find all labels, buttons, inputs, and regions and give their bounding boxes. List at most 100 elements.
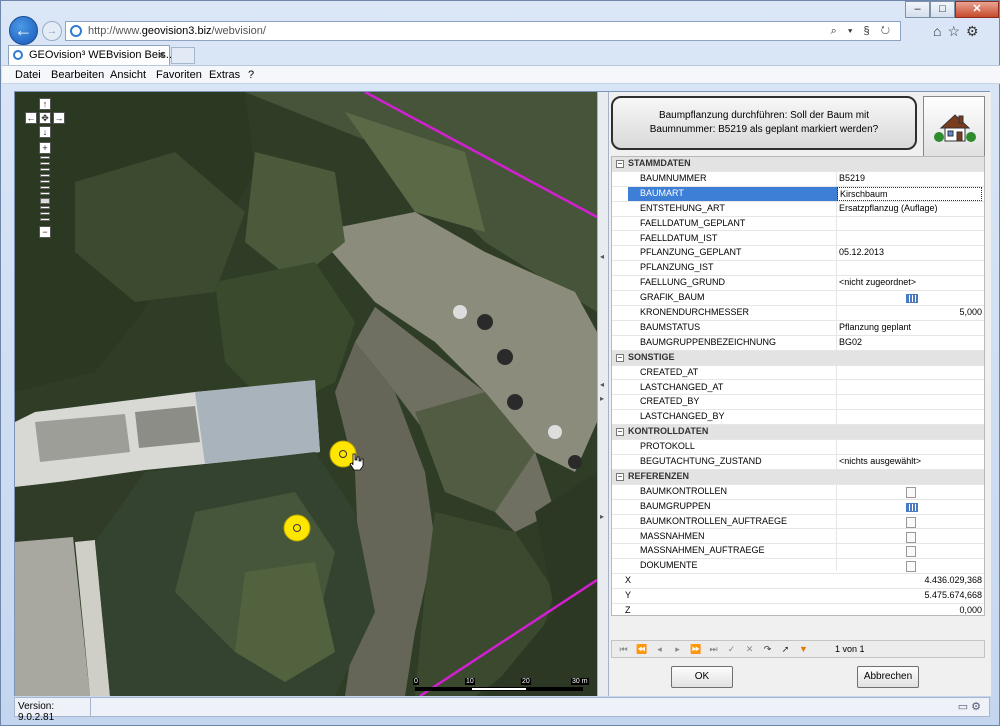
toolbar-prev-page-button[interactable]: ⏪ [636, 644, 647, 655]
field-value-right[interactable]: 5,000 [959, 307, 982, 317]
document-icon[interactable] [906, 561, 916, 573]
grid-row-baumgruppenbezeichnung[interactable]: BAUMGRUPPENBEZEICHNUNG BG02 [612, 336, 984, 351]
house-button[interactable] [923, 96, 985, 158]
tab-geovision[interactable]: GEOvision³ WEBvision Beis... ✕ [8, 45, 175, 65]
grid-row-baumgruppen[interactable]: BAUMGRUPPEN [612, 500, 984, 515]
splitter-collapse-left-icon[interactable]: ◂ [600, 380, 607, 390]
forward-button[interactable]: → [42, 21, 62, 41]
pan-center-button[interactable]: ✥ [39, 112, 51, 124]
zoom-in-button[interactable]: + [39, 142, 51, 154]
document-icon[interactable] [906, 516, 916, 528]
toolbar-pointer-button[interactable]: ➚ [780, 644, 791, 655]
toolbar-confirm-button[interactable]: ✓ [726, 644, 737, 655]
grid-row-pflanzung-ist[interactable]: PFLANZUNG_IST [612, 261, 984, 277]
menu-bar: Datei Bearbeiten Ansicht Favoriten Extra… [2, 65, 1000, 84]
document-icon[interactable] [906, 546, 916, 558]
field-value[interactable]: BG02 [839, 337, 862, 347]
pan-up-button[interactable]: ↑ [39, 98, 51, 110]
grid-row-faelldatum-ist[interactable]: FAELLDATUM_IST [612, 232, 984, 247]
aerial-map[interactable]: ↑ ← ✥ → ↓ + − 0 10 20 30 m [15, 92, 597, 696]
toolbar-prev-button[interactable]: ◂ [654, 644, 665, 655]
collapse-toggle-icon[interactable]: − [616, 160, 624, 168]
grid-row-massnahmen[interactable]: MASSNAHMEN [612, 530, 984, 545]
grid-row-baumkontrollen[interactable]: BAUMKONTROLLEN [612, 485, 984, 500]
menu-favoriten[interactable]: Favoriten [156, 69, 202, 81]
field-value[interactable]: Ersatzpflanzug (Auflage) [839, 203, 938, 213]
address-tools[interactable]: ⌕ ▾ § ↻ [831, 25, 894, 38]
document-icon[interactable] [906, 531, 916, 543]
section-header-stammdaten[interactable]: − STAMMDATEN [612, 157, 984, 172]
grid-row-pflanzung-geplant[interactable]: PFLANZUNG_GEPLANT 05.12.2013 [612, 246, 984, 262]
tab-close-icon[interactable]: ✕ [157, 49, 166, 62]
field-value[interactable]: Pflanzung geplant [839, 322, 911, 332]
menu-bearbeiten[interactable]: Bearbeiten [51, 69, 104, 81]
cancel-button[interactable]: Abbrechen [857, 666, 919, 688]
field-label: CREATED_AT [640, 366, 699, 377]
collapse-toggle-icon[interactable]: − [616, 428, 624, 437]
collapse-toggle-icon[interactable]: − [616, 353, 624, 362]
new-tab-button[interactable] [171, 47, 195, 64]
toolbar-redo-button[interactable]: ↷ [762, 644, 773, 655]
grid-row-created-by[interactable]: CREATED_BY [612, 395, 984, 411]
tree-marker-2[interactable] [283, 514, 311, 542]
marker-layer [283, 440, 364, 542]
grid-row-grafik-baum[interactable]: GRAFIK_BAUM [612, 291, 984, 306]
browser-icons[interactable]: ⌂☆⚙ [933, 23, 985, 40]
ok-button[interactable]: OK [671, 666, 733, 688]
field-label: BAUMGRUPPENBEZEICHNUNG [640, 336, 777, 347]
pan-right-button[interactable]: → [53, 112, 65, 124]
field-value[interactable]: <nicht zugeordnet> [839, 277, 916, 287]
toolbar-last-button[interactable]: ⏭ [708, 644, 719, 655]
grid-row-massnahmen-auftraege[interactable]: MASSNAHMEN_AUFTRAEGE [612, 544, 984, 560]
grid-row-dokumente[interactable]: DOKUMENTE [612, 559, 984, 575]
grid-row-baumnummer[interactable]: BAUMNUMMER B5219 [612, 172, 984, 187]
coord-value: 4.436.029,368 [924, 575, 982, 586]
grid-row-lastchanged-by[interactable]: LASTCHANGED_BY [612, 410, 984, 426]
grid-row-begutachtung-zustand[interactable]: BEGUTACHTUNG_ZUSTAND <nichts ausgewählt> [612, 455, 984, 470]
grid-row-baumart[interactable]: BAUMART Kirschbaum [612, 186, 984, 202]
grid-row-baumstatus[interactable]: BAUMSTATUS Pflanzung geplant [612, 321, 984, 336]
menu-extras[interactable]: Extras [209, 69, 240, 81]
maximize-button[interactable]: □ [930, 1, 955, 18]
splitter-collapse-right-icon[interactable]: ▸ [600, 394, 607, 404]
section-header-sonstige[interactable]: − SONSTIGE [612, 350, 984, 366]
field-value[interactable]: <nichts ausgewählt> [839, 456, 921, 466]
menu-datei[interactable]: Datei [15, 69, 41, 81]
pan-down-button[interactable]: ↓ [39, 126, 51, 138]
status-icons[interactable]: ▭ ⚙ [958, 700, 981, 713]
back-button[interactable]: ← [9, 16, 38, 45]
grid-row-protokoll[interactable]: PROTOKOLL [612, 440, 984, 455]
menu-help[interactable]: ? [248, 69, 254, 81]
menu-ansicht[interactable]: Ansicht [110, 69, 146, 81]
section-header-kontrolldaten[interactable]: − KONTROLLDATEN [612, 425, 984, 441]
table-icon[interactable] [906, 294, 918, 304]
field-value[interactable]: Kirschbaum [837, 186, 982, 201]
zoom-out-button[interactable]: − [39, 226, 51, 238]
toolbar-first-button[interactable]: ⏮ [618, 644, 629, 655]
grid-row-kronendurchmesser[interactable]: KRONENDURCHMESSER 5,000 [612, 306, 984, 321]
toolbar-next-page-button[interactable]: ⏩ [690, 644, 701, 655]
close-button[interactable]: ✕ [955, 1, 999, 18]
toolbar-filter-button[interactable]: ▼ [798, 644, 809, 655]
toolbar-discard-button[interactable]: ✕ [744, 644, 755, 655]
document-icon[interactable] [906, 486, 916, 498]
toolbar-next-button[interactable]: ▸ [672, 644, 683, 655]
map-scale-bar: 0 10 20 30 m [413, 678, 589, 694]
grid-row-faellung-grund[interactable]: FAELLUNG_GRUND <nicht zugeordnet> [612, 276, 984, 292]
field-value[interactable]: 05.12.2013 [839, 247, 884, 257]
grid-row-entstehung-art[interactable]: ENTSTEHUNG_ART Ersatzpflanzug (Auflage) [612, 202, 984, 217]
grid-row-faelldatum-geplant[interactable]: FAELLDATUM_GEPLANT [612, 217, 984, 232]
zoom-slider[interactable] [39, 156, 51, 236]
collapse-toggle-icon[interactable]: − [616, 472, 624, 481]
section-header-referenzen[interactable]: − REFERENZEN [612, 469, 984, 485]
field-label: PFLANZUNG_IST [640, 262, 714, 273]
grid-row-created-at[interactable]: CREATED_AT [612, 366, 984, 381]
field-value[interactable]: B5219 [839, 173, 865, 183]
grid-row-lastchanged-at[interactable]: LASTCHANGED_AT [612, 381, 984, 396]
minimize-button[interactable]: – [905, 1, 930, 18]
grid-row-baumkontrollen-auftraege[interactable]: BAUMKONTROLLEN_AUFTRAEGE [612, 515, 984, 530]
pan-left-button[interactable]: ← [25, 112, 37, 124]
panel-splitter[interactable]: ◂ ◂ ▸ ▸ [597, 92, 609, 696]
address-bar[interactable]: http://www.geovision3.biz/webvision/ ⌕ ▾… [65, 21, 901, 41]
table-icon[interactable] [906, 502, 918, 512]
